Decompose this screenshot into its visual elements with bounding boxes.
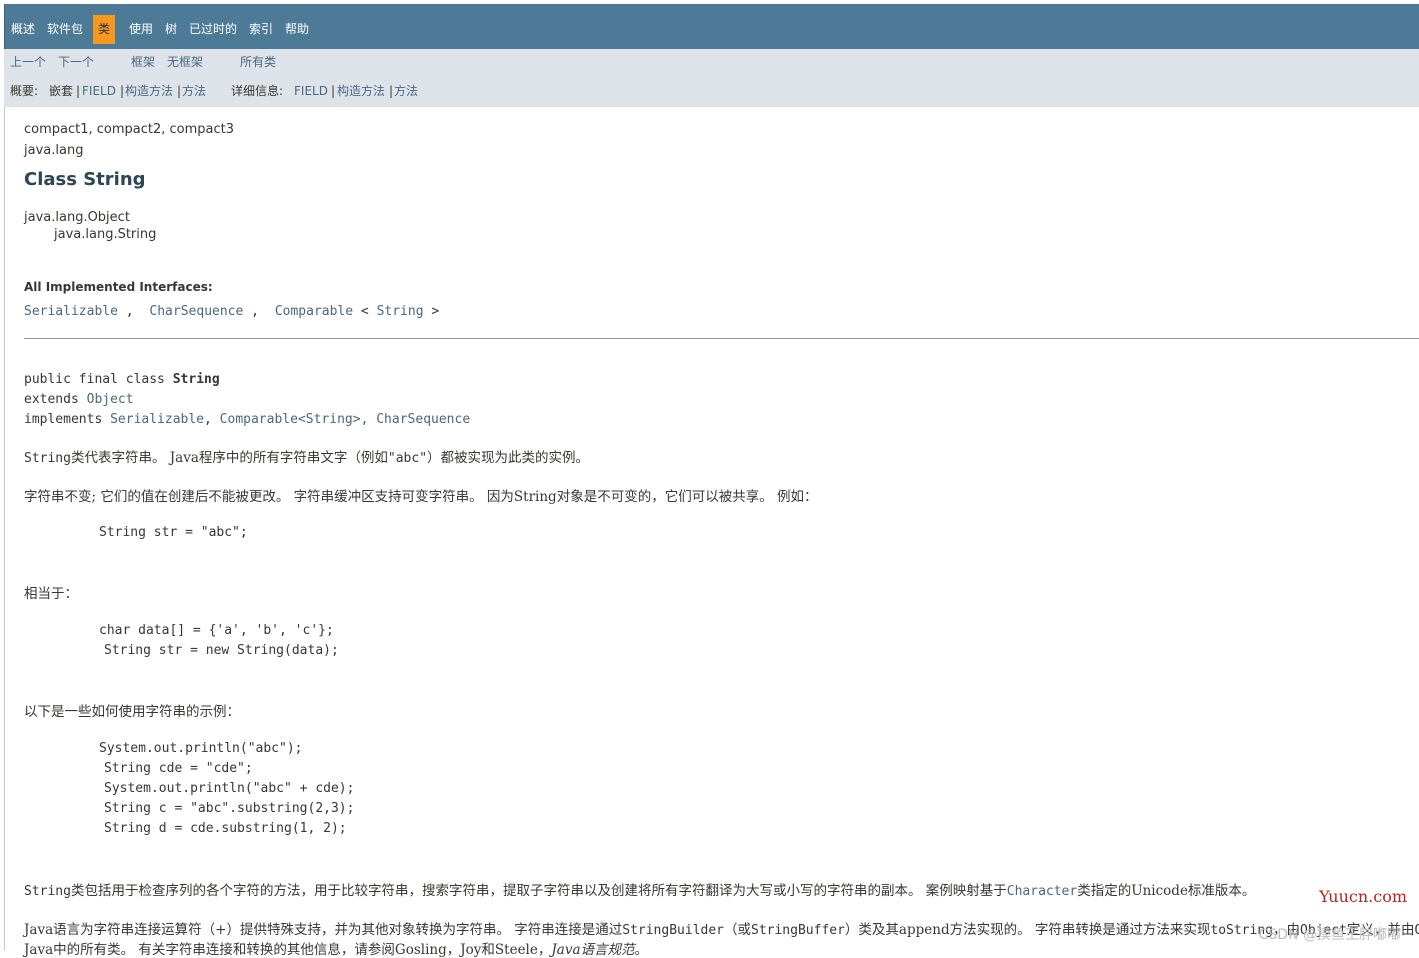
class-content: compact1, compact2, compact3 java.lang C… xyxy=(0,107,1419,958)
paragraph-text: 类指定的Unicode标准版本。 xyxy=(1077,883,1256,899)
separator: | xyxy=(76,84,81,98)
nav-package[interactable]: 软件包 xyxy=(47,15,83,43)
character-link[interactable]: Character xyxy=(1007,884,1077,899)
paragraph-text: ）类及其append方法实现的。 字符串转换是通过方法 xyxy=(844,922,1170,938)
detail-constructor-link[interactable]: 构造方法 xyxy=(337,81,385,101)
detail-method-link[interactable]: 方法 xyxy=(394,81,418,101)
top-navigation-bar: 概述 软件包 类 使用 树 已过时的 索引 帮助 xyxy=(4,4,1419,49)
paragraph-text: 。 xyxy=(634,942,649,958)
summary-field-link[interactable]: FIELD xyxy=(82,81,116,101)
no-frames-link[interactable]: 无框架 xyxy=(167,52,203,72)
lt-symbol: < xyxy=(360,304,369,319)
nav-deprecated[interactable]: 已过时的 xyxy=(189,15,237,43)
detail-label: 详细信息: xyxy=(231,84,284,98)
separator: , xyxy=(125,304,134,319)
decl-class-name: String xyxy=(172,372,220,387)
decl-comparable-link[interactable]: Comparable xyxy=(220,412,298,427)
frames-link[interactable]: 框架 xyxy=(131,52,155,72)
summary-method-link[interactable]: 方法 xyxy=(182,81,206,101)
code-example-3-line: String d = cde.substring(1, 2); xyxy=(104,821,347,836)
nav-overview[interactable]: 概述 xyxy=(11,15,35,43)
page-title: Class String xyxy=(24,169,146,190)
description-paragraph-1: String类代表字符串。 Java程序中的所有字符串文字（例如"abc"）都被… xyxy=(24,446,589,466)
code-example-3-line: System.out.println("abc"); xyxy=(99,741,303,756)
sub-navigation-bar: 上一个 下一个 框架 无框架 所有类 概要: 嵌套 | FIELD | 构造方法… xyxy=(4,49,1419,107)
paragraph-text: 类包括用于检查序列的各个字符的方法，用于比较字符串，搜索字符串，提取子字符串以及… xyxy=(70,883,1007,899)
code-example-3-line: System.out.println("abc" + cde); xyxy=(104,781,355,796)
inline-code: String xyxy=(24,884,71,899)
nav-use[interactable]: 使用 xyxy=(129,15,153,43)
paragraph-text: （或 xyxy=(724,922,751,938)
lt-symbol: < xyxy=(297,412,306,427)
profiles-label: compact1, compact2, compact3 xyxy=(24,122,235,137)
separator: | xyxy=(120,84,125,98)
decl-implements: implements xyxy=(24,412,111,427)
interfaces-label: All Implemented Interfaces: xyxy=(24,280,213,294)
divider xyxy=(24,338,1419,339)
decl-object-link[interactable]: Object xyxy=(87,392,134,407)
nav-help[interactable]: 帮助 xyxy=(285,15,309,43)
paragraph-text: ）都被实现为此类的实例。 xyxy=(427,450,590,466)
decl-extends: extends xyxy=(24,392,87,407)
csdn-watermark: CSDN @摸鱼王胖嘟嘟 xyxy=(1258,927,1401,943)
left-border xyxy=(4,107,5,951)
separator: , xyxy=(204,412,220,427)
class-declaration: public final class String extends Object… xyxy=(24,370,470,430)
separator: | xyxy=(331,84,336,98)
code-example-1: String str = "abc"; xyxy=(99,525,248,540)
separator: | xyxy=(389,84,394,98)
description-paragraph-7: Java中的所有类。 有关字符串连接和转换的其他信息，请参阅Gosling，Jo… xyxy=(24,938,648,958)
next-class-link[interactable]: 下一个 xyxy=(58,52,94,72)
inline-code: StringBuilder xyxy=(622,923,724,938)
description-paragraph-5: String类包括用于检查序列的各个字符的方法，用于比较字符串，搜索字符串，提取… xyxy=(24,879,1255,899)
site-watermark: Yuucn.com xyxy=(1319,887,1407,906)
all-classes-link[interactable]: 所有类 xyxy=(240,52,276,72)
nav-index[interactable]: 索引 xyxy=(249,15,273,43)
prev-class-link[interactable]: 上一个 xyxy=(10,52,46,72)
jls-reference: Java语言规范 xyxy=(551,942,635,958)
inline-code: Ob xyxy=(1414,923,1419,938)
paragraph-text: Java中的所有类。 有关字符串连接和转换的其他信息，请参阅Gosling，Jo… xyxy=(24,942,552,958)
gt-symbol: > xyxy=(431,304,440,319)
summary-label: 概要: xyxy=(10,84,39,98)
paragraph-text: Java语言为字符串连接运算符（+）提供特殊支持，并为其他对象转换为字符串。 字… xyxy=(24,922,623,938)
description-paragraph-3: 相当于： xyxy=(24,586,78,602)
description-paragraph-4: 以下是一些如何使用字符串的示例： xyxy=(24,704,240,720)
inline-code: "abc" xyxy=(387,451,428,466)
separator: , xyxy=(251,304,259,319)
detail-field-link[interactable]: FIELD xyxy=(294,81,328,101)
comparable-link[interactable]: Comparable xyxy=(275,304,353,319)
inline-code: StringBuffer xyxy=(751,923,845,938)
decl-modifiers: public final class xyxy=(24,372,173,387)
separator: | xyxy=(177,84,182,98)
decl-charsequence-link[interactable]: CharSequence xyxy=(376,412,470,427)
code-example-2-line-2: String str = new String(data); xyxy=(104,643,339,658)
gt-symbol: >, xyxy=(352,412,377,427)
parent-class-link[interactable]: java.lang.Object xyxy=(24,210,130,225)
summary-nested: 嵌套 xyxy=(49,84,74,98)
code-example-2-line-1: char data[] = {'a', 'b', 'c'}; xyxy=(99,623,334,638)
paragraph-text: 来实现 xyxy=(1169,922,1211,938)
code-example-3-line: String cde = "cde"; xyxy=(104,761,253,776)
summary-constructor-link[interactable]: 构造方法 xyxy=(125,81,173,101)
inline-code: String xyxy=(24,451,71,466)
decl-string-link[interactable]: String xyxy=(306,412,353,427)
current-class-name: java.lang.String xyxy=(54,227,157,242)
charsequence-link[interactable]: CharSequence xyxy=(149,304,243,319)
paragraph-text: 类代表字符串。 Java程序中的所有字符串文字（例如 xyxy=(70,450,388,466)
nav-class-active[interactable]: 类 xyxy=(93,15,116,44)
description-paragraph-2: 字符串不变; 它们的值在创建后不能被更改。 字符串缓冲区支持可变字符串。 因为S… xyxy=(24,489,818,505)
description-paragraph-6: Java语言为字符串连接运算符（+）提供特殊支持，并为其他对象转换为字符串。 字… xyxy=(24,918,1419,938)
decl-serializable-link[interactable]: Serializable xyxy=(110,412,204,427)
string-link[interactable]: String xyxy=(377,304,424,319)
code-example-3-line: String c = "abc".substring(2,3); xyxy=(104,801,355,816)
serializable-link[interactable]: Serializable xyxy=(24,304,118,319)
interfaces-list: Serializable , CharSequence , Comparable… xyxy=(24,304,439,319)
nav-tree[interactable]: 树 xyxy=(165,15,177,43)
package-label: java.lang xyxy=(24,143,84,158)
